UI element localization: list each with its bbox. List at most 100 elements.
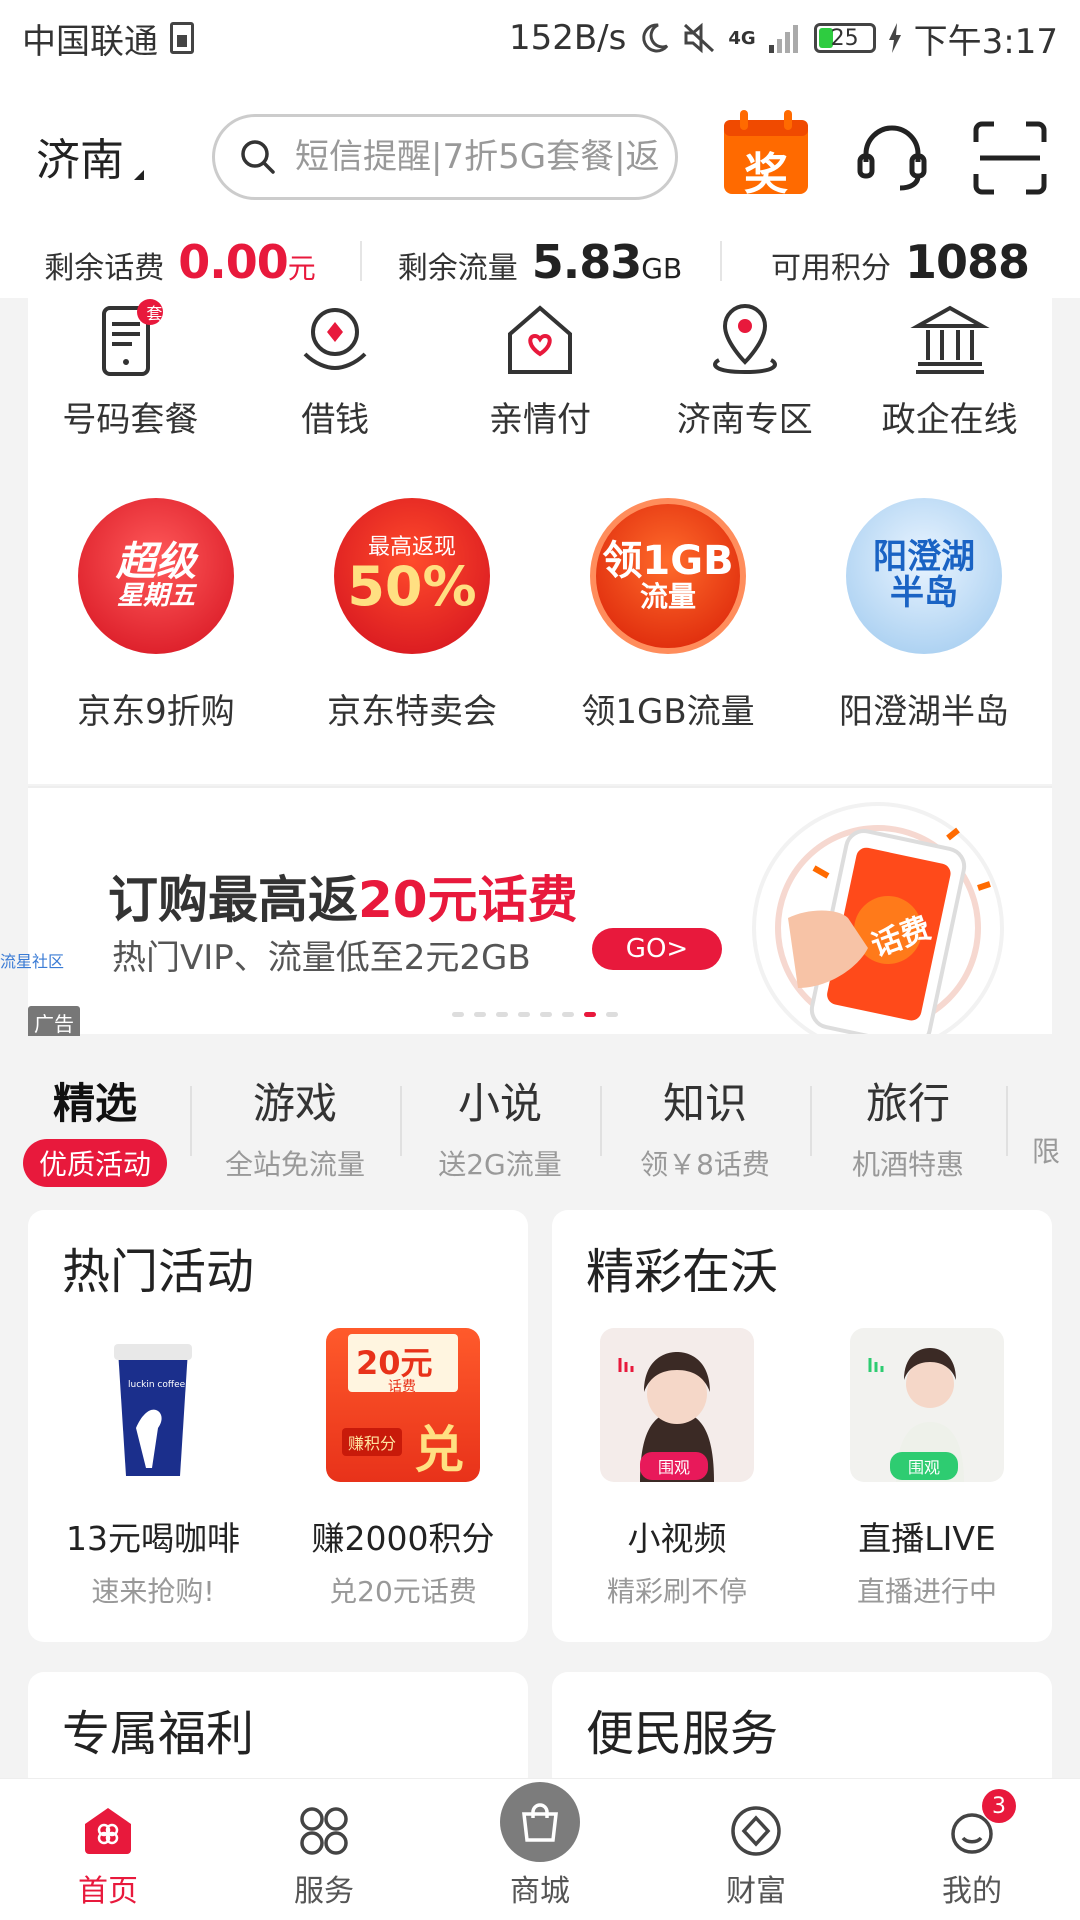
search-box[interactable]: [212, 114, 678, 200]
pagination-dot: [518, 1012, 530, 1017]
floating-community-link[interactable]: 流星社区: [0, 948, 64, 972]
card-title: 便民服务: [586, 1706, 779, 1762]
short-video-thumbnail: 围观: [600, 1328, 754, 1482]
city-name: 济南: [36, 135, 124, 186]
nav-home[interactable]: 首页: [0, 1779, 216, 1920]
card-title: 精彩在沃: [586, 1244, 779, 1300]
remaining-credit[interactable]: 剩余话费 0.00 元: [0, 235, 360, 289]
nav-wealth[interactable]: 财富: [648, 1779, 864, 1920]
tab-knowledge[interactable]: 知识 领￥8话费: [600, 1036, 810, 1186]
promo-label: 京东9折购: [77, 692, 235, 732]
battery-level: 25: [830, 25, 859, 51]
search-input[interactable]: [295, 137, 675, 177]
tab-title: 知识: [662, 1079, 747, 1128]
tab-partial[interactable]: 限: [1006, 1036, 1070, 1186]
category-tabs: 精选 优质活动 游戏 全站免流量 小说 送2G流量 知识 领￥8话费 旅行 机酒…: [0, 1036, 1080, 1187]
coffee-brand: luckin coffee: [128, 1380, 186, 1390]
hot-activities-card: 热门活动 luckin coffee 13元喝咖啡 速来抢购! 20元 话费 赚…: [28, 1210, 528, 1642]
scan-icon[interactable]: [970, 118, 1050, 198]
short-video-entry[interactable]: 围观 小视频 精彩刷不停: [552, 1328, 802, 1610]
nav-label: 服务: [294, 1874, 354, 1909]
service-jinan-zone[interactable]: 济南专区: [642, 298, 847, 441]
clock: 下午3:17: [913, 21, 1058, 62]
free-data-badge: 领1GB 流量: [590, 498, 746, 654]
services-icon: [300, 1807, 348, 1855]
pagination-dot: [496, 1012, 508, 1017]
prize-calendar-button[interactable]: 奖: [722, 110, 810, 200]
status-bar: 中国联通 152B/s 4G 25 下午3:17: [0, 0, 1080, 76]
activity-subtitle: 速来抢购!: [91, 1575, 215, 1608]
service-family-pay[interactable]: 亲情付: [438, 298, 643, 441]
service-label: 号码套餐: [62, 400, 199, 440]
promo-banner[interactable]: 订购最高返20元话费 热门VIP、流量低至2元2GB GO> 话费: [28, 786, 1052, 1034]
activity-points[interactable]: 20元 话费 赚积分 兑 赚2000积分 兑20元话费: [278, 1328, 528, 1610]
yangcheng-lake-badge: 阳澄湖 半岛: [846, 498, 1002, 654]
banner-subtitle: 热门VIP、流量低至2元2GB: [112, 938, 531, 978]
tab-title: 游戏: [252, 1079, 337, 1128]
tab-subtitle: 送2G流量: [438, 1148, 562, 1181]
customer-service-icon[interactable]: [852, 118, 932, 198]
available-points-value: 1088: [904, 235, 1030, 289]
dropdown-triangle-icon: [134, 170, 144, 180]
city-selector[interactable]: 济南: [36, 124, 144, 188]
banner-go-button[interactable]: GO>: [592, 928, 722, 970]
available-points[interactable]: 可用积分 1088: [720, 235, 1080, 289]
shopping-bag-icon: [522, 1803, 558, 1842]
remaining-data-unit: GB: [641, 252, 683, 285]
sim-icon: [170, 22, 194, 54]
nav-mall[interactable]: 商城: [432, 1779, 648, 1920]
tab-title: 精选: [52, 1079, 137, 1128]
nav-profile[interactable]: 3 我的: [864, 1779, 1080, 1920]
signal-icon: [768, 25, 798, 53]
coffee-cup-image: luckin coffee: [76, 1328, 230, 1482]
available-points-label: 可用积分: [770, 251, 891, 286]
tab-title: 小说: [457, 1079, 542, 1128]
remaining-data[interactable]: 剩余流量 5.83 GB: [360, 235, 720, 289]
banner-pagination: [452, 1012, 618, 1017]
service-loan[interactable]: 借钱: [233, 298, 438, 441]
promo-jd-sale[interactable]: 最高返现 50% 京东特卖会: [284, 498, 540, 733]
prize-label: 奖: [744, 149, 788, 200]
service-number-plan[interactable]: 套 号码套餐: [28, 298, 233, 441]
service-label: 济南专区: [676, 400, 813, 440]
promo-jd-friday[interactable]: 超级 星期五 京东9折购: [28, 498, 284, 733]
tab-subtitle: 领￥8话费: [640, 1148, 770, 1181]
remaining-credit-label: 剩余话费: [44, 251, 165, 286]
tab-travel[interactable]: 旅行 机酒特惠: [810, 1036, 1006, 1186]
service-government-online[interactable]: 政企在线: [847, 298, 1052, 441]
tab-games[interactable]: 游戏 全站免流量: [190, 1036, 400, 1186]
carrier-name: 中国联通: [22, 21, 158, 62]
convenience-services-card[interactable]: 便民服务: [552, 1672, 1052, 1792]
tab-featured[interactable]: 精选 优质活动: [0, 1036, 190, 1187]
wo-highlights-card: 精彩在沃 围观 小视频 精彩刷不停 围观 直播LIVE 直播进行中: [552, 1210, 1052, 1642]
live-stream-thumbnail: 围观: [850, 1328, 1004, 1482]
home-icon: [85, 1808, 131, 1854]
watch-tag: 围观: [890, 1452, 959, 1480]
family-pay-icon: [507, 305, 572, 374]
points-redpacket-image: 20元 话费 赚积分 兑: [326, 1328, 480, 1482]
tab-subtitle: 机酒特惠: [851, 1148, 964, 1181]
tab-novels[interactable]: 小说 送2G流量: [400, 1036, 600, 1186]
pagination-dot: [474, 1012, 486, 1017]
activity-coffee[interactable]: luckin coffee 13元喝咖啡 速来抢购!: [28, 1328, 278, 1610]
nav-label: 我的: [942, 1874, 1002, 1909]
promo-yangcheng-lake[interactable]: 阳澄湖 半岛 阳澄湖半岛: [796, 498, 1052, 733]
tab-subtitle: 全站免流量: [224, 1148, 365, 1181]
ad-label: 广告: [28, 1006, 80, 1039]
live-stream-entry[interactable]: 围观 直播LIVE 直播进行中: [802, 1328, 1052, 1610]
battery-icon: 25: [813, 23, 876, 53]
tab-title: 旅行: [865, 1079, 950, 1128]
promo-free-data[interactable]: 领1GB 流量 领1GB流量: [540, 498, 796, 733]
network-speed: 152B/s: [508, 18, 627, 58]
watch-tag: 围观: [640, 1452, 709, 1480]
network-type: 4G: [728, 27, 756, 49]
charging-icon: [888, 23, 901, 53]
card-title: 热门活动: [62, 1244, 255, 1300]
bottom-navigation: 首页 服务 商城 财富 3 我的: [0, 1778, 1080, 1920]
pagination-dot: [606, 1012, 618, 1017]
exclusive-benefits-card[interactable]: 专属福利: [28, 1672, 528, 1792]
nav-services[interactable]: 服务: [216, 1779, 432, 1920]
service-label: 借钱: [301, 400, 370, 440]
banner-title: 订购最高返20元话费: [108, 871, 578, 929]
app-header: 济南 奖: [0, 76, 1080, 226]
